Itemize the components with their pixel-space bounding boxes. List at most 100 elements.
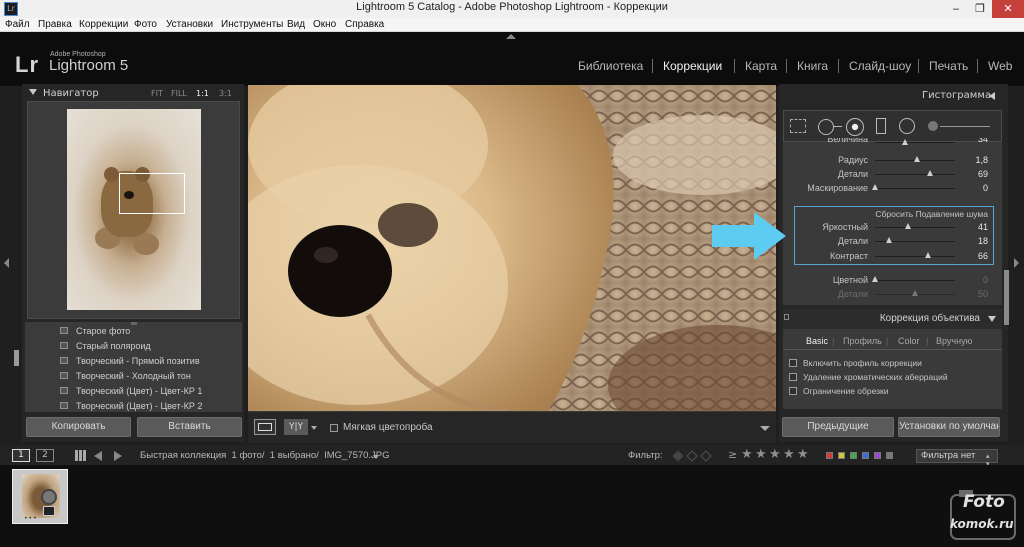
paste-settings-button[interactable]: Вставить bbox=[137, 417, 242, 437]
menu-window[interactable]: Окно bbox=[313, 18, 336, 31]
collapse-top-icon[interactable] bbox=[506, 34, 516, 39]
display-1-button[interactable]: 1 bbox=[12, 449, 30, 462]
minimize-button[interactable]: ‒ bbox=[944, 0, 968, 18]
amount-slider[interactable] bbox=[875, 142, 955, 143]
main-photo-view[interactable] bbox=[248, 85, 776, 411]
preset-item[interactable]: Старое фото bbox=[76, 324, 130, 339]
menu-edit[interactable]: Правка bbox=[38, 18, 72, 31]
lens-correction-title[interactable]: Коррекция объектива bbox=[860, 312, 980, 326]
radial-filter-icon[interactable] bbox=[899, 118, 915, 134]
navigator-expand-icon[interactable] bbox=[29, 89, 37, 95]
module-slideshow[interactable]: Слайд-шоу bbox=[849, 59, 911, 73]
preset-item[interactable]: Творческий (Цвет) - Цвет-КР 1 bbox=[76, 384, 202, 399]
radius-slider-thumb[interactable] bbox=[914, 156, 921, 162]
histogram-title[interactable]: Гистограмма bbox=[922, 87, 991, 105]
grid-view-icon[interactable] bbox=[75, 450, 87, 461]
back-arrow-icon[interactable] bbox=[94, 451, 102, 461]
color-label-green[interactable] bbox=[850, 452, 857, 459]
lens-tab-color[interactable]: Color bbox=[898, 335, 920, 347]
collapse-right-icon[interactable] bbox=[1014, 258, 1019, 268]
color-label-red[interactable] bbox=[826, 452, 833, 459]
preset-item[interactable]: Творческий - Холодный тон bbox=[76, 369, 191, 384]
reset-defaults-button[interactable]: Установки по умолчанию... bbox=[898, 417, 1000, 437]
color-label-purple[interactable] bbox=[874, 452, 881, 459]
lens-tab-manual[interactable]: Вручную bbox=[936, 335, 972, 347]
star-1-icon[interactable]: ★ bbox=[741, 447, 753, 463]
lens-collapse-icon[interactable] bbox=[988, 316, 996, 322]
star-3-icon[interactable]: ★ bbox=[769, 447, 781, 463]
module-book[interactable]: Книга bbox=[797, 59, 828, 73]
color-detail-value[interactable]: 50 bbox=[960, 287, 988, 301]
color-noise-value[interactable]: 0 bbox=[960, 273, 988, 287]
display-2-button[interactable]: 2 bbox=[36, 449, 54, 462]
module-develop[interactable]: Коррекции bbox=[663, 59, 722, 73]
sharpen-detail-slider-thumb[interactable] bbox=[927, 170, 934, 176]
preset-item[interactable]: Старый поляроид bbox=[76, 339, 151, 354]
luminance-slider-thumb[interactable] bbox=[904, 223, 911, 229]
menu-settings[interactable]: Установки bbox=[166, 18, 213, 31]
star-4-icon[interactable]: ★ bbox=[783, 447, 795, 463]
star-5-icon[interactable]: ★ bbox=[797, 447, 809, 463]
sharpen-detail-value[interactable]: 69 bbox=[960, 167, 988, 181]
presets-scroll-handle[interactable] bbox=[131, 322, 137, 325]
reset-noise-reduction[interactable]: Сбросить Подавление шума bbox=[860, 208, 988, 220]
color-detail-slider-thumb[interactable] bbox=[912, 290, 918, 296]
module-web[interactable]: Web bbox=[988, 59, 1012, 73]
module-library[interactable]: Библиотека bbox=[578, 59, 643, 73]
masking-value[interactable]: 0 bbox=[960, 181, 988, 195]
lens-panel-switch-icon[interactable] bbox=[784, 314, 789, 320]
adjustment-brush-icon[interactable] bbox=[928, 121, 938, 131]
menu-tools[interactable]: Инструменты bbox=[221, 18, 283, 31]
radius-value[interactable]: 1,8 bbox=[960, 153, 988, 167]
soft-proofing-checkbox[interactable] bbox=[330, 424, 338, 432]
rating-operator[interactable]: ≥ bbox=[728, 448, 737, 462]
color-noise-slider[interactable] bbox=[875, 280, 955, 281]
amount-slider-thumb[interactable] bbox=[902, 139, 909, 145]
amount-value[interactable]: 34 bbox=[960, 138, 988, 145]
luminance-detail-slider-thumb[interactable] bbox=[886, 237, 893, 243]
close-button[interactable]: ✕ bbox=[992, 0, 1024, 18]
filmstrip-thumbnail[interactable] bbox=[12, 469, 68, 524]
before-after-dropdown-icon[interactable] bbox=[311, 426, 317, 430]
sharpen-detail-slider[interactable] bbox=[875, 174, 955, 175]
collection-dropdown-icon[interactable] bbox=[373, 455, 379, 459]
maximize-button[interactable]: ❐ bbox=[968, 0, 992, 18]
masking-slider-thumb[interactable] bbox=[872, 184, 878, 190]
preset-item[interactable]: Творческий (Цвет) - Цвет-КР 2 bbox=[76, 399, 202, 414]
loupe-view-button[interactable] bbox=[254, 419, 276, 435]
lens-tab-basic[interactable]: Basic bbox=[806, 335, 828, 347]
spot-removal-icon[interactable] bbox=[818, 119, 834, 135]
collection-info[interactable]: Быстрая коллекция 1 фото/ 1 выбрано/ IMG… bbox=[140, 449, 390, 463]
menu-file[interactable]: Файл bbox=[5, 18, 30, 31]
luminance-contrast-slider[interactable] bbox=[875, 256, 955, 257]
graduated-filter-icon[interactable] bbox=[876, 118, 886, 134]
navigator-zoom-rectangle[interactable] bbox=[119, 173, 185, 214]
menu-photo[interactable]: Фото bbox=[134, 18, 157, 31]
red-eye-icon[interactable] bbox=[846, 118, 864, 136]
luminance-contrast-value[interactable]: 66 bbox=[960, 249, 988, 263]
before-after-button[interactable]: Y|Y bbox=[284, 419, 308, 435]
crop-tool-icon[interactable] bbox=[790, 119, 806, 133]
left-panel-scrollbar[interactable] bbox=[14, 350, 19, 366]
forward-arrow-icon[interactable] bbox=[114, 451, 122, 461]
collapse-left-icon[interactable] bbox=[4, 258, 9, 268]
menu-develop[interactable]: Коррекции bbox=[79, 18, 128, 31]
module-map[interactable]: Карта bbox=[745, 59, 777, 73]
color-label-yellow[interactable] bbox=[838, 452, 845, 459]
constrain-crop-checkbox[interactable] bbox=[789, 387, 797, 395]
luminance-slider[interactable] bbox=[875, 227, 955, 228]
menu-view[interactable]: Вид bbox=[287, 18, 305, 31]
luminance-contrast-slider-thumb[interactable] bbox=[924, 252, 931, 258]
copy-settings-button[interactable]: Копировать bbox=[26, 417, 131, 437]
remove-ca-checkbox[interactable] bbox=[789, 373, 797, 381]
color-noise-slider-thumb[interactable] bbox=[872, 276, 878, 282]
toolbar-menu-icon[interactable] bbox=[760, 426, 770, 431]
histogram-collapse-icon[interactable] bbox=[989, 92, 995, 100]
enable-profile-checkbox[interactable] bbox=[789, 359, 797, 367]
luminance-value[interactable]: 41 bbox=[960, 220, 988, 234]
star-2-icon[interactable]: ★ bbox=[755, 447, 767, 463]
previous-settings-button[interactable]: Предыдущие bbox=[782, 417, 894, 437]
lens-tab-profile[interactable]: Профиль bbox=[843, 335, 882, 347]
masking-slider[interactable] bbox=[875, 188, 955, 189]
luminance-detail-value[interactable]: 18 bbox=[960, 234, 988, 248]
